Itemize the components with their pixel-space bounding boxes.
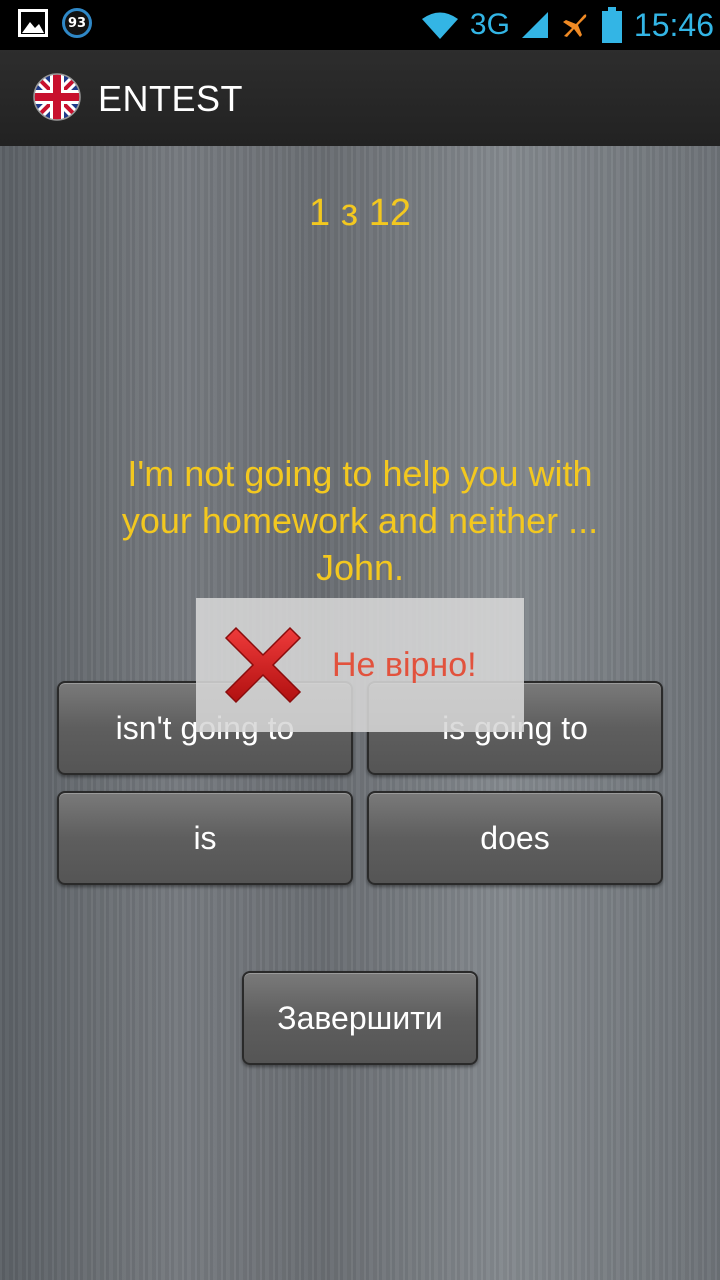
question-counter: 1 з 12 [309,192,411,234]
uk-flag-icon[interactable] [32,72,82,122]
battery-icon [601,7,622,43]
wifi-icon [421,12,458,39]
result-message: Не вірно! [332,646,477,684]
notification-badge: 93 [62,8,92,38]
finish-button[interactable]: Завершити [242,971,478,1065]
app-title: ENTEST [98,78,244,119]
result-toast: Не вірно! [196,598,524,732]
action-bar: ENTEST [0,50,720,148]
clock: 15:46 [633,6,714,43]
answer-button-3[interactable]: is [57,791,353,885]
gallery-icon [18,9,48,37]
quiz-screen: 1 з 12 I'm not going to help you with yo… [0,146,720,1280]
signal-icon [521,12,548,38]
airplane-icon [562,14,587,37]
network-type: 3G [469,8,510,41]
status-bar: 93 3G 15:46 [0,0,720,50]
question-text: I'm not going to help you with your home… [121,453,599,588]
wrong-x-icon [224,626,302,704]
answer-button-4[interactable]: does [367,791,663,885]
